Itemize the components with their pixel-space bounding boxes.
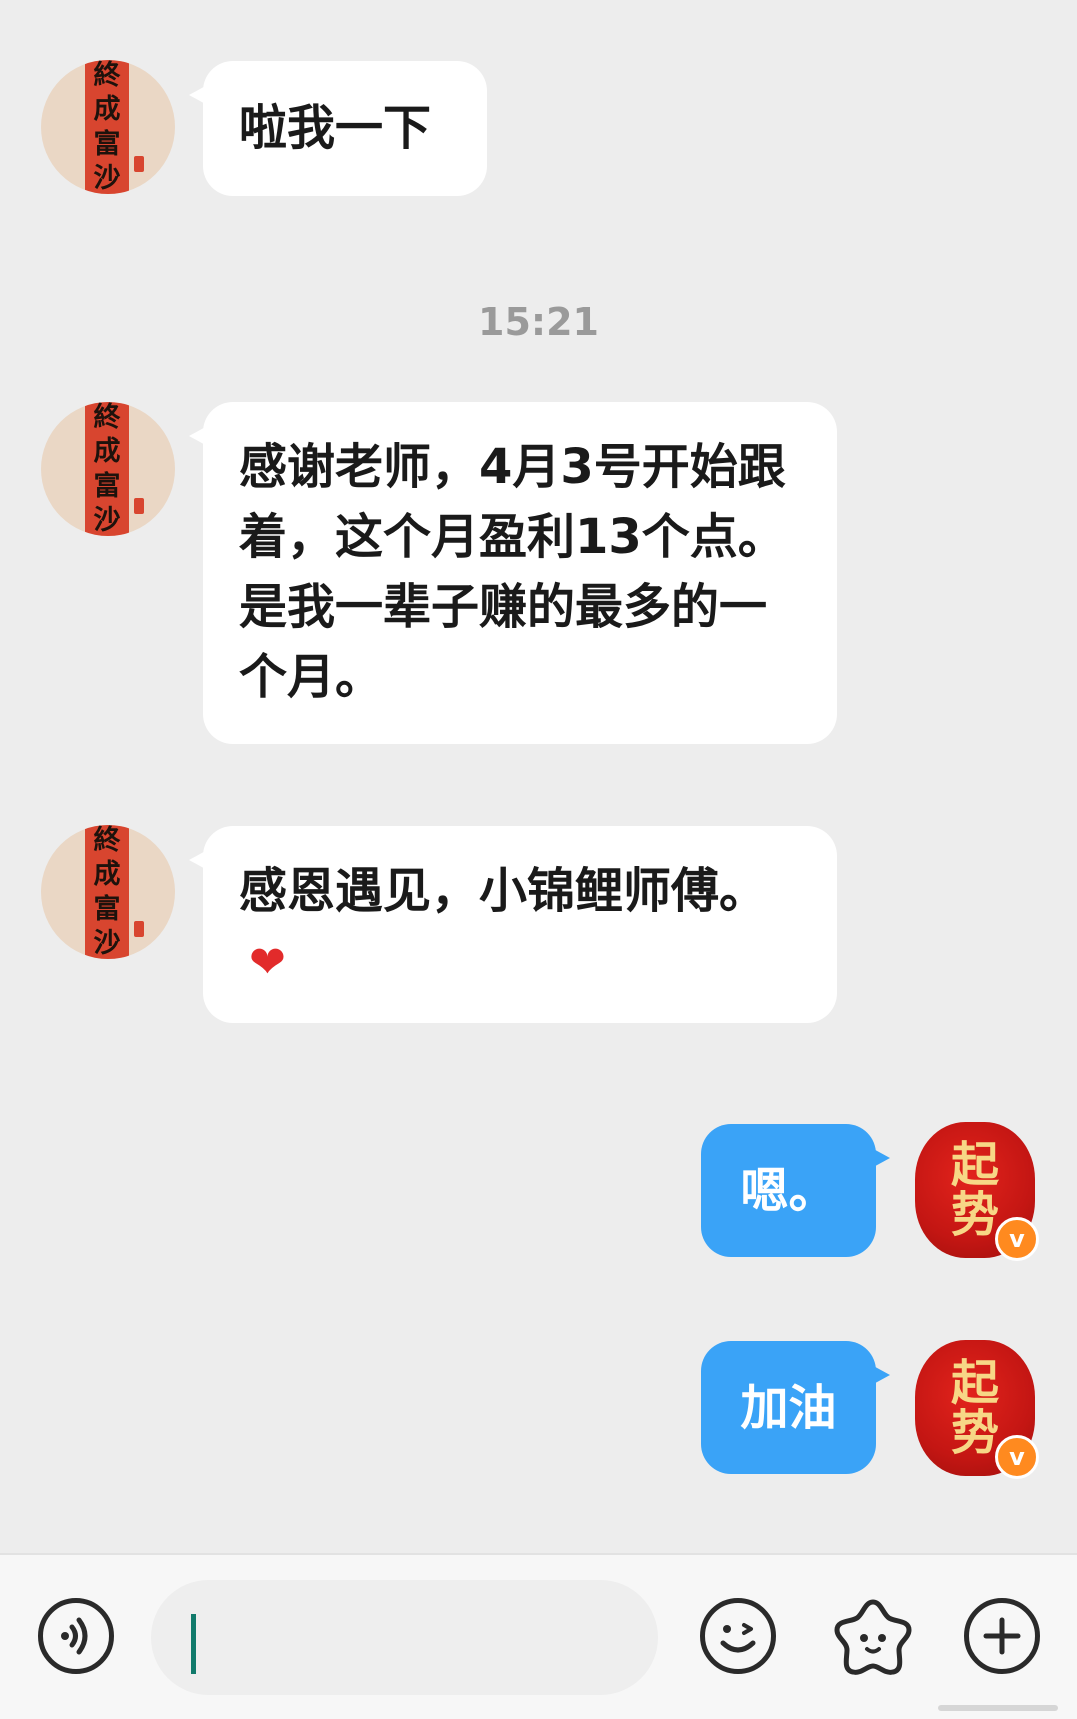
self-avatar[interactable]: 起 势 v (915, 1122, 1039, 1261)
message-text: 啦我一下 (239, 100, 432, 156)
message-bubble-incoming[interactable]: 感恩遇见，小锦鲤师傅。 ❤ (189, 826, 837, 1023)
contact-avatar[interactable]: 終 成 富 沙 (41, 60, 175, 194)
voice-icon[interactable] (38, 1598, 114, 1674)
avatar-calligraphy: 終 成 富 沙 (85, 825, 129, 959)
verified-badge-icon: v (995, 1217, 1039, 1261)
avatar-calligraphy: 終 成 富 沙 (85, 402, 129, 536)
message-text: 嗯。 (740, 1162, 837, 1219)
message-input[interactable] (151, 1580, 658, 1695)
chat-area: 終 成 富 沙 啦我一下 15:21 終 成 富 沙 感谢老师，4月3号开始跟着… (0, 0, 1077, 1553)
avatar-seal (134, 921, 144, 937)
home-indicator (938, 1705, 1058, 1711)
emoji-icon[interactable] (700, 1598, 776, 1674)
plus-icon[interactable] (964, 1598, 1040, 1674)
message-text: 加油 (740, 1379, 837, 1436)
contact-avatar[interactable]: 終 成 富 沙 (41, 402, 175, 536)
message-timestamp: 15:21 (478, 300, 599, 344)
message-bubble-incoming[interactable]: 啦我一下 (189, 61, 487, 196)
verified-badge-icon: v (995, 1435, 1039, 1479)
input-bar (0, 1553, 1077, 1719)
sticker-icon[interactable] (831, 1594, 915, 1678)
contact-avatar[interactable]: 終 成 富 沙 (41, 825, 175, 959)
message-bubble-outgoing[interactable]: 加油 (701, 1341, 890, 1474)
avatar-seal (134, 498, 144, 514)
message-text: 感谢老师，4月3号开始跟着，这个月盈利13个点。是我一辈子赚的最多的一个月。 (239, 439, 786, 705)
message-bubble-outgoing[interactable]: 嗯。 (701, 1124, 890, 1257)
heart-emoji: ❤ (249, 937, 286, 988)
message-bubble-incoming[interactable]: 感谢老师，4月3号开始跟着，这个月盈利13个点。是我一辈子赚的最多的一个月。 (189, 402, 837, 744)
message-text: 感恩遇见，小锦鲤师傅。 (239, 863, 768, 919)
text-caret (191, 1614, 196, 1674)
self-avatar[interactable]: 起 势 v (915, 1340, 1039, 1479)
avatar-seal (134, 156, 144, 172)
avatar-calligraphy: 終 成 富 沙 (85, 60, 129, 194)
